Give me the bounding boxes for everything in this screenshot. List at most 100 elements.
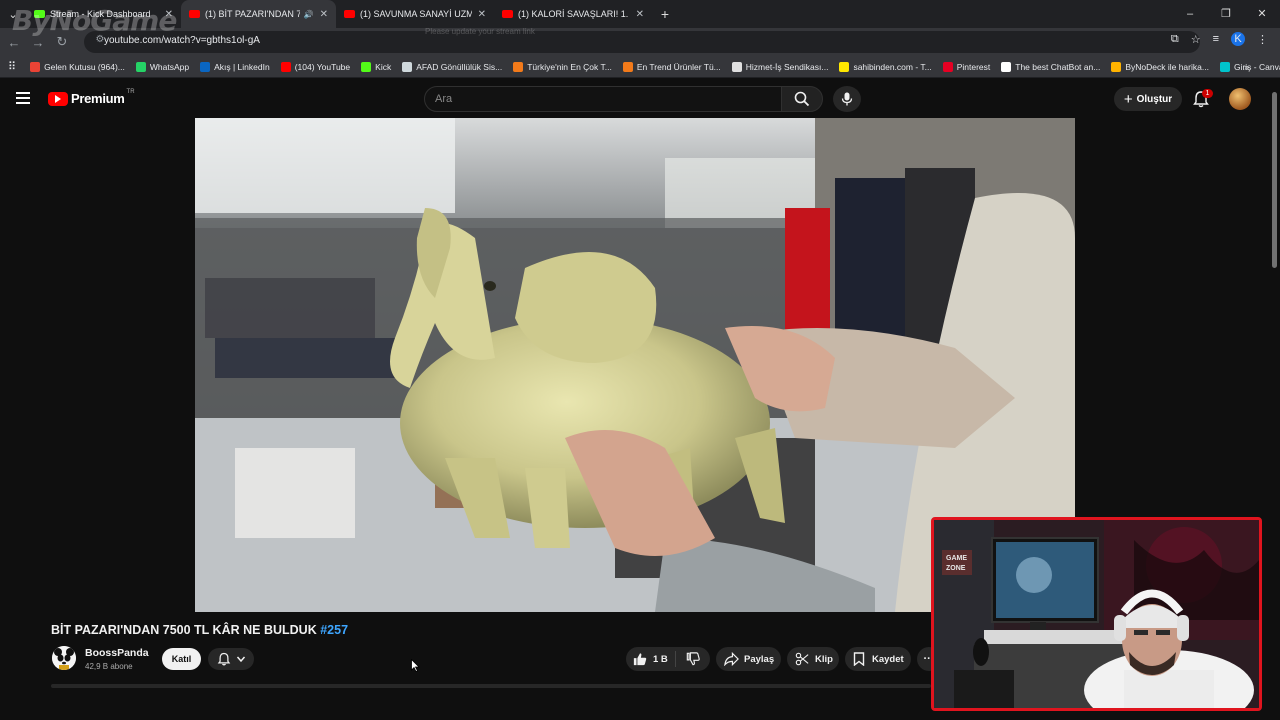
bookmark-item[interactable]: Kick — [361, 61, 392, 72]
webcam-feed-image: GAME ZONE — [934, 520, 1259, 708]
bookmark-favicon-icon — [361, 61, 372, 72]
bookmark-item[interactable]: WhatsApp — [135, 61, 190, 72]
browser-tab-bar: ⌄ Stream - Kick Dashboard ✕ (1) BİT PAZA… — [0, 0, 1280, 28]
save-button[interactable]: Kaydet — [845, 647, 911, 671]
bookmark-item[interactable]: Türkiye'nin En Çok T... — [513, 61, 612, 72]
like-count: 1 B — [653, 653, 668, 665]
bookmark-item[interactable]: sahibinden.com - T... — [839, 61, 932, 72]
bookmark-item[interactable]: (104) YouTube — [280, 61, 350, 72]
thumbs-up-icon — [633, 653, 647, 666]
stream-watermark: ByNoGame — [12, 4, 177, 37]
tab-title: (1) KALORİ SAVAŞLARI! 1. BÖLÜ — [518, 9, 630, 19]
dislike-button[interactable] — [676, 652, 710, 666]
search-icon — [794, 91, 810, 107]
notification-count-badge: 1 — [1202, 89, 1213, 98]
close-icon[interactable]: ✕ — [320, 9, 328, 20]
bookmark-item[interactable]: Akış | LinkedIn — [200, 61, 270, 72]
subscriber-count: 42,9 B abone — [85, 662, 133, 671]
close-window-button[interactable]: ✕ — [1244, 0, 1280, 28]
bookmark-favicon-icon — [200, 61, 211, 72]
voice-search-button[interactable] — [833, 86, 861, 112]
scissors-icon — [795, 652, 809, 666]
save-label: Kaydet — [872, 653, 904, 665]
logo-region: TR — [126, 88, 135, 95]
join-button[interactable]: Katıl — [162, 648, 201, 670]
close-icon[interactable]: ✕ — [636, 9, 644, 20]
ghost-overlay-text: Please update your stream link — [425, 27, 535, 36]
bookmark-label: The best ChatBot an... — [1015, 61, 1101, 72]
bookmark-label: WhatsApp — [149, 61, 190, 72]
bookmark-label: Kick — [375, 61, 392, 72]
bookmark-item[interactable]: ByNoDeck ile harika... — [1111, 61, 1209, 72]
bell-icon — [217, 652, 230, 666]
youtube-play-icon — [48, 91, 68, 106]
bookmark-label: Pinterest — [956, 61, 991, 72]
bookmark-label: Gelen Kutusu (964)... — [44, 61, 125, 72]
new-tab-button[interactable]: + — [652, 6, 678, 22]
create-button[interactable]: + Oluştur — [1114, 87, 1182, 111]
share-label: Paylaş — [744, 653, 775, 665]
svg-text:GAME: GAME — [946, 555, 967, 562]
bookmark-label: Türkiye'nin En Çok T... — [527, 61, 612, 72]
user-avatar[interactable] — [1229, 88, 1251, 110]
speaker-icon[interactable]: 🔊 — [304, 10, 314, 19]
scrollbar-thumb[interactable] — [1272, 92, 1277, 268]
media-control-icon[interactable]: ≡ — [1213, 33, 1219, 45]
bookmark-favicon-icon — [513, 61, 524, 72]
restore-button[interactable]: ❐ — [1208, 0, 1244, 28]
svg-text:ZONE: ZONE — [946, 565, 966, 572]
bookmark-item[interactable]: Pinterest — [942, 61, 991, 72]
bookmark-item[interactable]: Gelen Kutusu (964)... — [30, 61, 125, 72]
bookmark-icon — [853, 652, 865, 666]
bookmark-label: Akış | LinkedIn — [214, 61, 270, 72]
install-icon[interactable]: ⧉ — [1171, 33, 1179, 46]
bookmark-favicon-icon — [1111, 61, 1122, 72]
search-button[interactable] — [781, 86, 823, 112]
bookmark-item[interactable]: En Trend Ürünler Tü... — [622, 61, 721, 72]
bookmark-favicon-icon — [1001, 61, 1012, 72]
chevron-down-icon — [236, 656, 245, 663]
apps-grid-icon[interactable]: ⠿ — [8, 60, 16, 73]
channel-avatar[interactable] — [52, 646, 76, 670]
youtube-icon — [502, 10, 513, 18]
tab-youtube-active[interactable]: (1) BİT PAZARI'NDAN 7500 🔊 ✕ — [181, 0, 336, 28]
video-title-text: BİT PAZARI'NDAN 7500 TL KÂR NE BULDUK — [51, 623, 317, 637]
clip-button[interactable]: Klip — [787, 647, 839, 671]
bookmark-favicon-icon — [839, 61, 850, 72]
video-hashtag-link[interactable]: #257 — [320, 623, 348, 637]
minimize-button[interactable]: – — [1172, 0, 1208, 28]
bookmark-item[interactable]: AFAD Gönüllülük Sis... — [402, 61, 503, 72]
channel-name[interactable]: BoossPanda — [85, 647, 149, 659]
hamburger-menu-icon[interactable] — [16, 92, 30, 104]
search-input[interactable] — [425, 87, 781, 111]
tab-title: (1) SAVUNMA SANAYİ UZMANI — [360, 9, 472, 19]
share-button[interactable]: Paylaş — [716, 647, 781, 671]
bookmark-label: Hizmet-İş Sendikası... — [745, 61, 829, 72]
profile-avatar[interactable]: K — [1231, 32, 1245, 46]
description-box-edge — [51, 684, 931, 688]
window-controls: – ❐ ✕ — [1172, 0, 1280, 28]
thumbs-down-icon — [686, 652, 700, 666]
mouse-cursor-icon — [411, 659, 420, 672]
youtube-logo[interactable]: Premium TR — [48, 88, 135, 106]
bookmarks-bar: ⠿ Gelen Kutusu (964)... WhatsApp Akış | Li… — [0, 56, 1280, 78]
like-button[interactable]: 1 B — [626, 651, 676, 667]
bookmark-item[interactable]: Hizmet-İş Sendikası... — [731, 61, 829, 72]
bookmark-item[interactable]: Giriş - Canva — [1219, 61, 1280, 72]
video-title: BİT PAZARI'NDAN 7500 TL KÂR NE BULDUK #2… — [51, 623, 348, 637]
bookmark-item[interactable]: The best ChatBot an... — [1001, 61, 1101, 72]
bookmark-favicon-icon — [30, 61, 41, 72]
subscription-bell-button[interactable] — [208, 648, 254, 670]
menu-kebab-icon[interactable]: ⋮ — [1257, 33, 1268, 46]
bookmark-favicon-icon — [622, 61, 633, 72]
clip-label: Klip — [815, 653, 833, 665]
bookmark-label: AFAD Gönüllülük Sis... — [416, 61, 503, 72]
search-box — [424, 86, 782, 112]
bookmark-star-icon[interactable]: ☆ — [1191, 33, 1201, 46]
tab-youtube-savunma[interactable]: (1) SAVUNMA SANAYİ UZMANI ✕ — [336, 0, 494, 28]
bookmark-favicon-icon — [731, 61, 742, 72]
tab-youtube-kalori[interactable]: (1) KALORİ SAVAŞLARI! 1. BÖLÜ ✕ — [494, 0, 652, 28]
close-icon[interactable]: ✕ — [478, 9, 486, 20]
like-dislike-group: 1 B — [626, 647, 710, 671]
more-bookmarks-icon[interactable]: » — [1244, 62, 1249, 72]
